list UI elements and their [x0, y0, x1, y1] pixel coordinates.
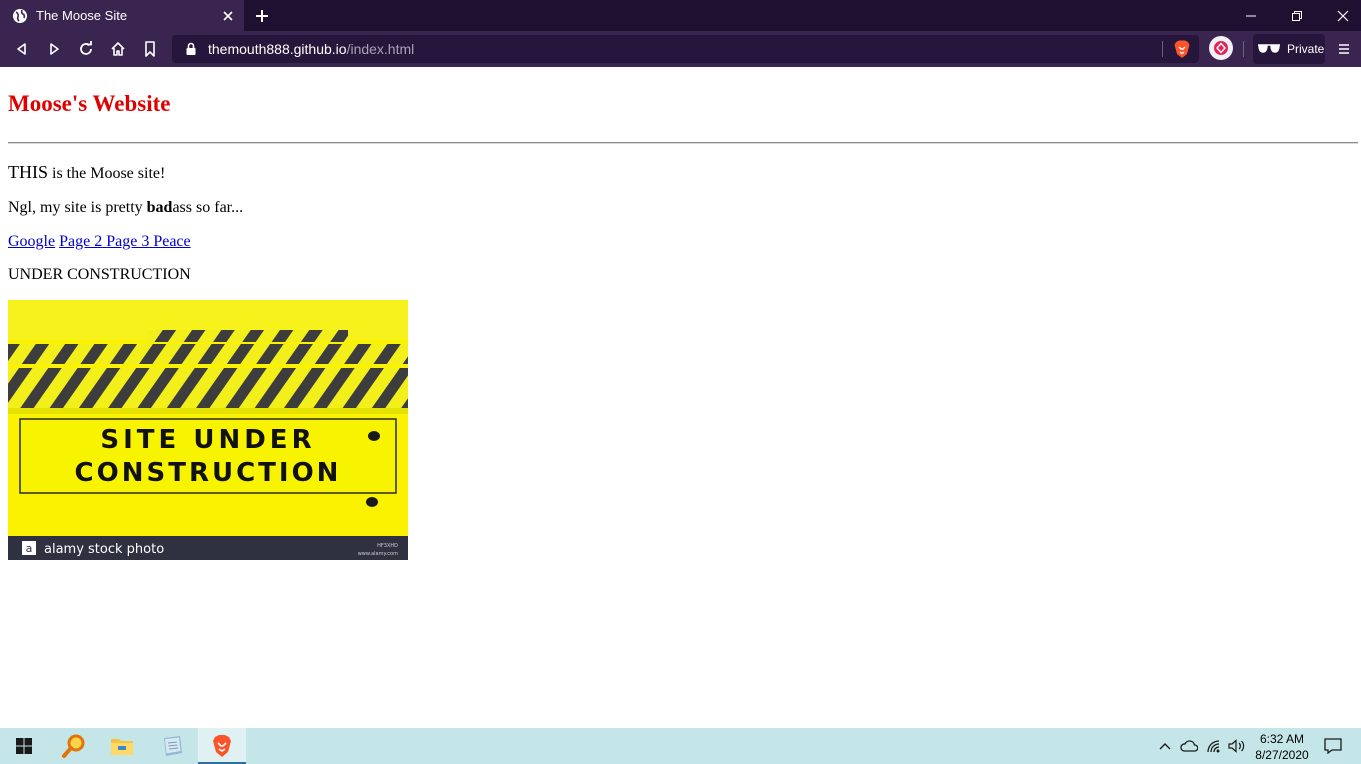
- bookmark-button[interactable]: [138, 37, 162, 61]
- new-tab-button[interactable]: [250, 4, 274, 28]
- minimize-window-button[interactable]: [1228, 0, 1274, 31]
- sign-line-1: SITE UNDER: [100, 425, 315, 455]
- watermark-text: alamy stock photo: [44, 542, 164, 557]
- private-window-indicator[interactable]: Private: [1253, 34, 1325, 64]
- file-explorer-icon[interactable]: [98, 728, 146, 764]
- page-title: Moose's Website: [8, 91, 171, 116]
- second-paragraph: Ngl, my site is pretty badass so far...: [8, 199, 243, 217]
- under-construction-image: SITE UNDER CONSTRUCTION a alamy stock ph…: [8, 300, 408, 560]
- restore-window-button[interactable]: [1274, 0, 1320, 31]
- tab-the-moose-site[interactable]: The Moose Site: [0, 0, 244, 31]
- forward-button[interactable]: [42, 37, 66, 61]
- brave-rewards-icon[interactable]: [1209, 36, 1233, 60]
- browser-toolbar: themouth888.github.io/index.html Private: [0, 31, 1361, 67]
- address-bar[interactable]: themouth888.github.io/index.html: [172, 35, 1199, 63]
- network-wifi-icon[interactable]: [1203, 728, 1225, 764]
- intro-text: is the Moose site!: [48, 165, 166, 182]
- intro-emphasis: THIS: [8, 162, 48, 182]
- url-divider: [1162, 41, 1163, 57]
- bolt-hole-top: [368, 431, 380, 441]
- tab-title: The Moose Site: [36, 8, 128, 23]
- show-hidden-icons-chevron-icon[interactable]: [1155, 728, 1175, 764]
- toolbar-divider: [1243, 41, 1244, 57]
- alamy-logo-icon: a: [26, 542, 33, 555]
- tab-strip: The Moose Site: [0, 0, 1361, 31]
- horizontal-rule: [8, 142, 1358, 144]
- watermark-site: www.alamy.com: [358, 551, 398, 557]
- close-tab-icon[interactable]: [216, 4, 240, 28]
- onedrive-cloud-icon[interactable]: [1178, 728, 1200, 764]
- clock-date: 8/27/2020: [1255, 748, 1309, 762]
- lock-icon[interactable]: [184, 42, 198, 56]
- taskbar-clock[interactable]: 6:32 AM 8/27/2020: [1250, 731, 1314, 763]
- windows-start-icon[interactable]: [0, 728, 48, 764]
- clock-time: 6:32 AM: [1259, 732, 1305, 746]
- link-google[interactable]: Google: [8, 233, 55, 250]
- page-viewport: Moose's Website THIS is the Moose site! …: [0, 67, 1361, 728]
- home-button[interactable]: [106, 37, 130, 61]
- bolt-hole-bottom: [366, 497, 378, 507]
- reload-button[interactable]: [74, 37, 98, 61]
- url-host: themouth888.github.io: [208, 41, 347, 57]
- sign-line-2: CONSTRUCTION: [75, 458, 342, 488]
- notification-center-icon[interactable]: [1318, 728, 1348, 764]
- intro-paragraph: THIS is the Moose site!: [8, 162, 165, 183]
- link-peace[interactable]: Peace: [153, 233, 190, 250]
- private-label: Private: [1287, 42, 1325, 56]
- globe-icon: [12, 8, 28, 24]
- line2-bold: bad: [146, 199, 173, 216]
- construction-text: UNDER CONSTRUCTION: [8, 266, 191, 283]
- search-icon[interactable]: [50, 728, 98, 764]
- volume-speaker-icon[interactable]: [1226, 728, 1248, 764]
- line2-after: ass so far...: [172, 199, 244, 216]
- watermark-id: HF3XHD: [377, 543, 398, 549]
- url-path: /index.html: [346, 41, 415, 57]
- link-page-2[interactable]: Page 2: [59, 233, 102, 250]
- hamburger-menu-icon[interactable]: [1333, 37, 1355, 61]
- sunglasses-icon: [1257, 43, 1281, 55]
- brave-shields-icon[interactable]: [1172, 39, 1192, 59]
- links-paragraph: Google Page 2 Page 3 Peace: [8, 233, 191, 251]
- close-window-button[interactable]: [1320, 0, 1361, 31]
- line2-before: Ngl, my site is pretty: [8, 199, 147, 216]
- back-button[interactable]: [10, 37, 34, 61]
- brave-browser-icon[interactable]: [198, 728, 246, 764]
- notes-app-icon[interactable]: [148, 728, 196, 764]
- windows-taskbar: 6:32 AM 8/27/2020: [0, 728, 1361, 764]
- link-page-3[interactable]: Page 3: [106, 233, 149, 250]
